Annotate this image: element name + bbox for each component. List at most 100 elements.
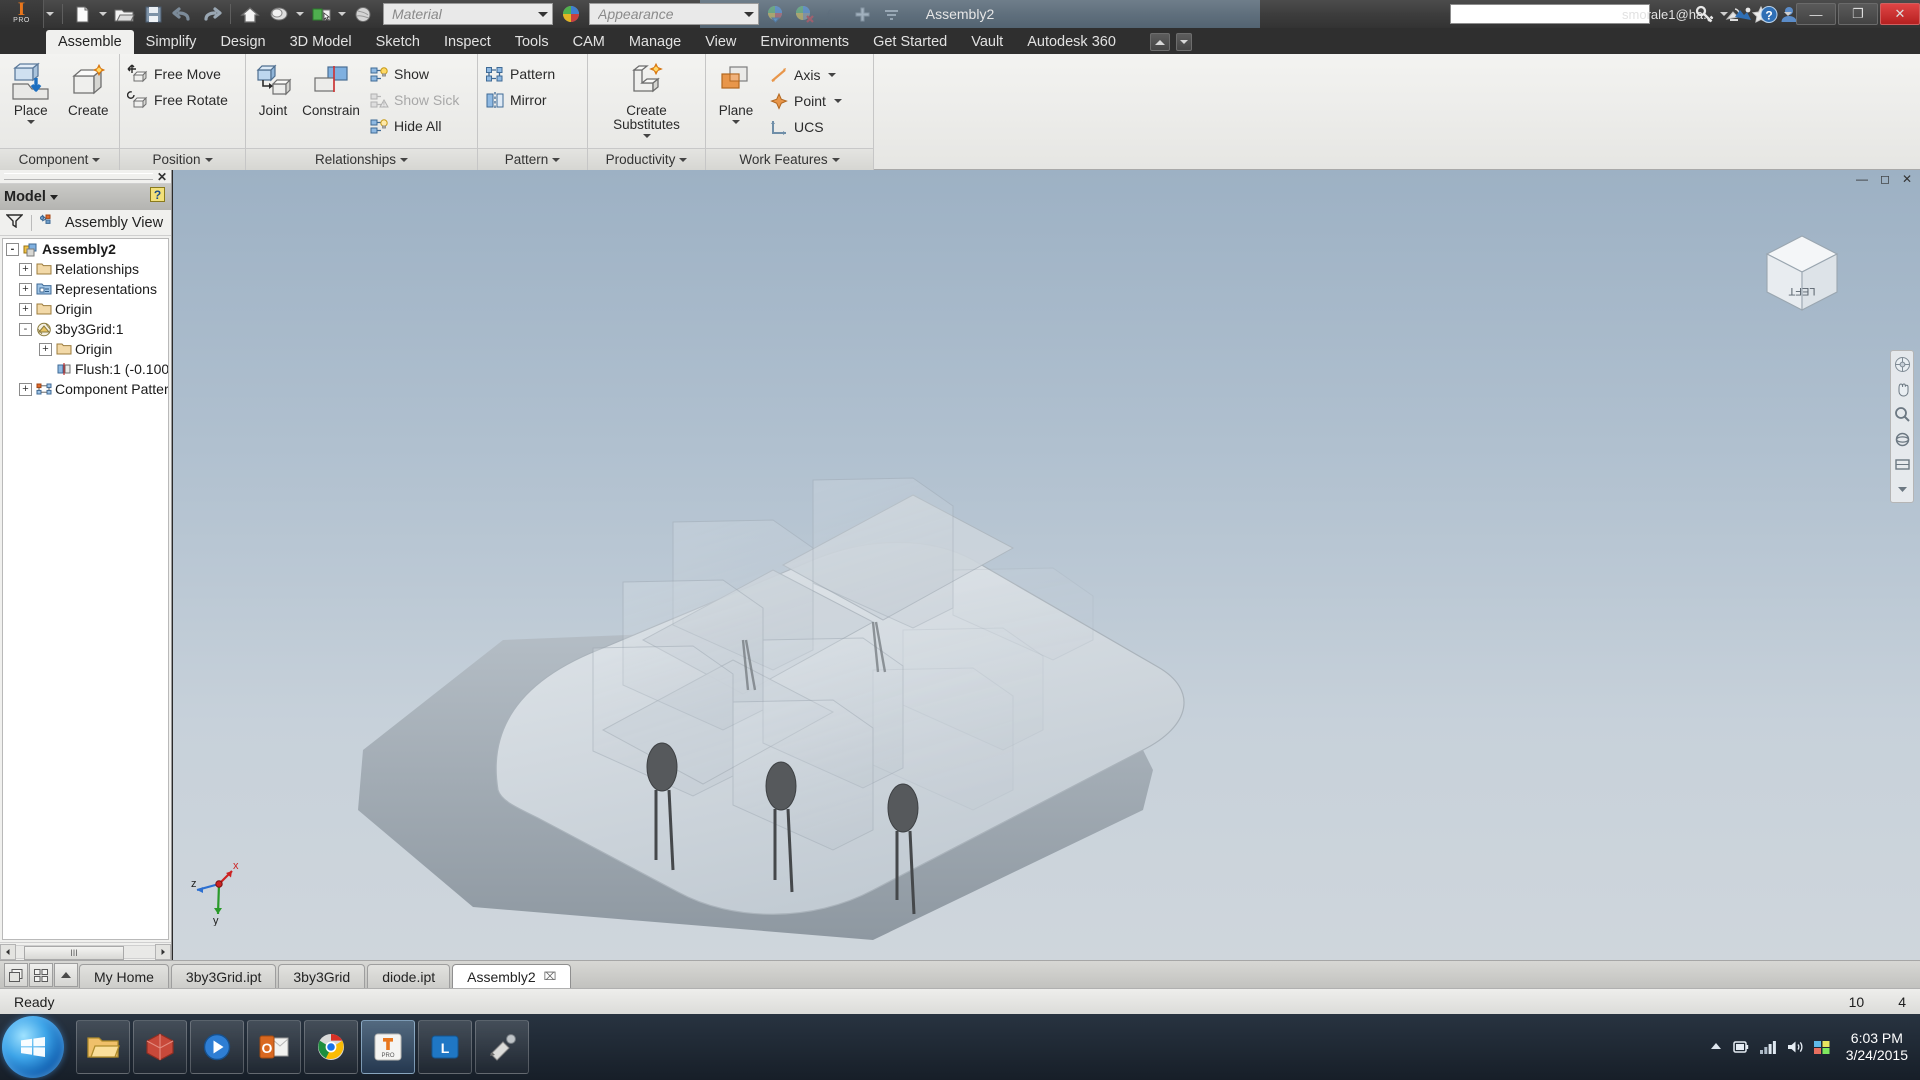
- navbar-more-icon[interactable]: [1892, 479, 1912, 499]
- user-account-caret-icon[interactable]: [1718, 2, 1730, 26]
- scrollbar-track[interactable]: III: [16, 944, 155, 960]
- taskbar-inventor[interactable]: PRO: [361, 1020, 415, 1074]
- material-combo-caret-icon[interactable]: [534, 4, 552, 24]
- orbit-icon[interactable]: [1892, 429, 1912, 449]
- tab-autodesk-360[interactable]: Autodesk 360: [1015, 30, 1128, 54]
- tree-item-relationships[interactable]: + Relationships: [3, 259, 168, 279]
- taskbar-snipping-tool[interactable]: [475, 1020, 529, 1074]
- appearance-caret-icon[interactable]: [294, 2, 306, 26]
- view-cube[interactable]: LEFT: [1742, 218, 1862, 328]
- taskbar-file-explorer[interactable]: [76, 1020, 130, 1074]
- save-file-icon[interactable]: [139, 2, 167, 26]
- work-plane-button[interactable]: Plane: [708, 58, 764, 124]
- help-icon[interactable]: ?: [149, 186, 167, 208]
- ribbon-minimize-options-button[interactable]: [1175, 33, 1192, 51]
- app-menu-caret-icon[interactable]: [44, 2, 56, 26]
- create-substitutes-caret-icon[interactable]: [642, 134, 651, 138]
- look-at-icon[interactable]: [1892, 454, 1912, 474]
- mdi-minimize-icon[interactable]: —: [1854, 172, 1870, 186]
- tree-item-assembly2[interactable]: - Assembly2: [3, 239, 168, 259]
- tab-view[interactable]: View: [693, 30, 748, 54]
- mdi-close-icon[interactable]: ✕: [1900, 172, 1914, 186]
- close-icon[interactable]: ⌧: [544, 965, 557, 989]
- work-axis-caret-icon[interactable]: [828, 73, 837, 77]
- scroll-left-icon[interactable]: [0, 943, 16, 960]
- full-navigation-wheel-icon[interactable]: [1892, 354, 1912, 374]
- tab-environments[interactable]: Environments: [748, 30, 861, 54]
- joint-button[interactable]: Joint: [248, 58, 298, 118]
- select-filter-icon[interactable]: [307, 2, 335, 26]
- zoom-icon[interactable]: [1892, 404, 1912, 424]
- work-plane-caret-icon[interactable]: [732, 120, 740, 124]
- panel-title-relationships[interactable]: Relationships: [246, 148, 477, 170]
- taskbar-media-player[interactable]: [190, 1020, 244, 1074]
- free-rotate-button[interactable]: Free Rotate: [124, 87, 235, 113]
- expander-icon[interactable]: +: [19, 302, 32, 316]
- taskbar-outlook[interactable]: O: [247, 1020, 301, 1074]
- ribbon-minimize-button[interactable]: [1149, 33, 1170, 51]
- free-move-button[interactable]: Free Move: [124, 61, 235, 87]
- panel-title-component[interactable]: Component: [0, 148, 119, 170]
- work-point-button[interactable]: Point: [766, 88, 849, 114]
- tree-item-origin-sub[interactable]: + Origin: [3, 339, 168, 359]
- show-hidden-icons[interactable]: [1709, 1040, 1723, 1054]
- tab-manage[interactable]: Manage: [617, 30, 693, 54]
- show-relationships-button[interactable]: Show: [366, 61, 466, 87]
- close-button[interactable]: ✕: [1880, 3, 1920, 25]
- restore-button[interactable]: ❐: [1838, 3, 1878, 25]
- tree-item-flush-constraint[interactable]: Flush:1 (-0.100 in: [3, 359, 168, 379]
- place-component-caret-icon[interactable]: [26, 120, 35, 124]
- tile-windows-icon[interactable]: [29, 963, 53, 987]
- assembly-model-render[interactable]: [173, 170, 1920, 960]
- panel-title-productivity[interactable]: Productivity: [588, 148, 705, 170]
- home-icon[interactable]: [236, 2, 264, 26]
- appearance-override-icon[interactable]: [265, 2, 293, 26]
- tab-vault[interactable]: Vault: [959, 30, 1015, 54]
- browser-grip[interactable]: ✕: [0, 170, 171, 184]
- user-account-menu[interactable]: smorale1@ha... ? — ❐ ✕: [1622, 0, 1920, 28]
- doc-tab-my-home[interactable]: My Home: [79, 964, 169, 988]
- tree-item-component-pattern-1[interactable]: + Component Pattern 1: [3, 379, 168, 399]
- start-button[interactable]: [2, 1016, 64, 1078]
- expander-icon[interactable]: +: [19, 282, 32, 296]
- taskbar-logitech[interactable]: L: [418, 1020, 472, 1074]
- work-point-caret-icon[interactable]: [833, 99, 842, 103]
- show-sick-button[interactable]: ! Show Sick: [366, 87, 466, 113]
- tab-assemble[interactable]: Assemble: [46, 30, 134, 54]
- work-axis-button[interactable]: Axis: [766, 62, 849, 88]
- assembly-view-icon[interactable]: [39, 213, 57, 232]
- doc-tab-3by3grid-ipt[interactable]: 3by3Grid.ipt: [170, 964, 277, 988]
- scroll-up-icon[interactable]: [54, 963, 78, 987]
- taskbar-clock[interactable]: 6:03 PM 3/24/2015: [1840, 1030, 1914, 1064]
- tab-sketch[interactable]: Sketch: [364, 30, 432, 54]
- doc-tab-3by3grid[interactable]: 3by3Grid: [278, 964, 366, 988]
- hide-all-button[interactable]: Hide All: [366, 113, 466, 139]
- new-file-caret-icon[interactable]: [97, 2, 109, 26]
- panel-title-work-features[interactable]: Work Features: [706, 148, 873, 170]
- tab-get-started[interactable]: Get Started: [861, 30, 959, 54]
- help-caret-icon[interactable]: [1782, 2, 1794, 26]
- scrollbar-thumb[interactable]: III: [24, 945, 124, 960]
- doc-tab-assembly2[interactable]: Assembly2 ⌧: [452, 964, 572, 989]
- cascade-windows-icon[interactable]: [4, 963, 28, 987]
- taskbar-3d-builder[interactable]: [133, 1020, 187, 1074]
- place-component-button[interactable]: Place: [2, 58, 60, 124]
- scroll-right-icon[interactable]: [155, 943, 171, 960]
- tab-inspect[interactable]: Inspect: [432, 30, 503, 54]
- mirror-button[interactable]: Mirror: [482, 87, 562, 113]
- ucs-button[interactable]: UCS: [766, 114, 849, 140]
- expander-icon[interactable]: +: [39, 342, 52, 356]
- appearance-combo[interactable]: Appearance: [589, 3, 759, 25]
- constrain-button[interactable]: Constrain: [298, 58, 364, 118]
- navigation-bar[interactable]: [1890, 350, 1914, 503]
- tree-item-representations[interactable]: + Representations: [3, 279, 168, 299]
- appearance-swatch-icon[interactable]: [557, 2, 585, 26]
- browser-horizontal-scrollbar[interactable]: III: [0, 942, 171, 960]
- tab-tools[interactable]: Tools: [503, 30, 561, 54]
- tab-3d-model[interactable]: 3D Model: [278, 30, 364, 54]
- pattern-button[interactable]: Pattern: [482, 61, 562, 87]
- redo-icon[interactable]: [197, 2, 225, 26]
- tree-item-origin[interactable]: + Origin: [3, 299, 168, 319]
- new-file-icon[interactable]: [68, 2, 96, 26]
- select-filter-caret-icon[interactable]: [336, 2, 348, 26]
